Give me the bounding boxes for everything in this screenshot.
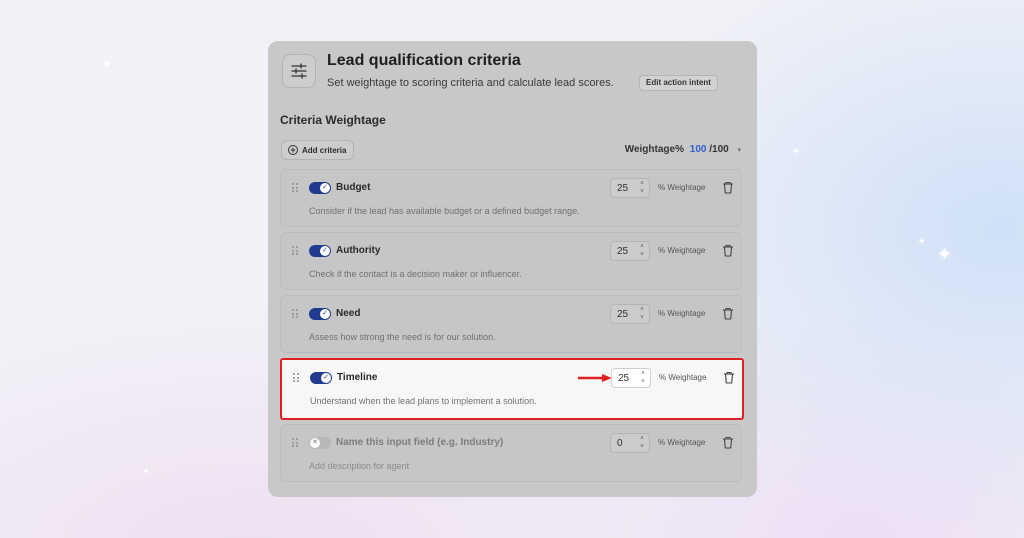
- criteria-description[interactable]: Understand when the lead plans to implem…: [310, 396, 537, 406]
- chevron-down-icon[interactable]: ▾: [737, 147, 741, 154]
- page-title: Lead qualification criteria: [327, 52, 521, 69]
- check-icon: ✓: [320, 309, 330, 319]
- weight-value[interactable]: 0: [617, 438, 623, 449]
- check-icon: ✓: [321, 373, 331, 383]
- criteria-name[interactable]: Authority: [336, 245, 380, 256]
- trash-icon[interactable]: [722, 436, 734, 449]
- edit-action-intent-button[interactable]: Edit action intent: [639, 75, 718, 91]
- stepper-arrows-icon[interactable]: ˄ ˅: [638, 306, 646, 322]
- criteria-card-need: ✓ Need Assess how strong the need is for…: [280, 295, 742, 353]
- weight-stepper[interactable]: 25 ˄ ˅: [611, 368, 651, 388]
- drag-handle-icon[interactable]: [292, 438, 299, 448]
- weight-value[interactable]: 25: [618, 373, 629, 384]
- red-arrow-icon: [578, 374, 612, 382]
- criteria-toggle[interactable]: ✕: [309, 437, 331, 449]
- add-criteria-button[interactable]: + Add criteria: [281, 140, 355, 160]
- sparkle-icon: ✦: [792, 147, 800, 157]
- criteria-toggle[interactable]: ✓: [310, 372, 332, 384]
- weight-stepper[interactable]: 25 ˄ ˅: [610, 241, 650, 261]
- sparkle-icon: ✦: [918, 237, 926, 247]
- criteria-card-timeline: ✓ Timeline Understand when the lead plan…: [280, 358, 744, 420]
- weightage-max: /100: [709, 144, 729, 155]
- lead-qualification-panel: Lead qualification criteria Set weightag…: [268, 41, 757, 497]
- sparkle-icon: ✦: [102, 57, 113, 71]
- stepper-arrows-icon[interactable]: ˄ ˅: [638, 180, 646, 196]
- trash-icon[interactable]: [722, 181, 734, 194]
- weightage-label: Weightage%: [624, 144, 684, 155]
- weight-suffix: % Weightage: [659, 373, 707, 382]
- stepper-arrows-icon[interactable]: ˄ ˅: [638, 435, 646, 451]
- x-icon: ✕: [310, 438, 320, 448]
- weightage-current: 100: [689, 144, 707, 155]
- criteria-card-authority: ✓ Authority Check if the contact is a de…: [280, 232, 742, 290]
- criteria-description-input[interactable]: Add description for agent: [309, 461, 409, 471]
- criteria-name[interactable]: Budget: [336, 182, 370, 193]
- weight-suffix: % Weightage: [658, 183, 706, 192]
- criteria-description[interactable]: Consider if the lead has available budge…: [309, 206, 580, 216]
- criteria-name[interactable]: Timeline: [337, 372, 377, 383]
- drag-handle-icon[interactable]: [292, 183, 299, 193]
- criteria-toggle[interactable]: ✓: [309, 245, 331, 257]
- weight-stepper[interactable]: 0 ˄ ˅: [610, 433, 650, 453]
- trash-icon[interactable]: [722, 307, 734, 320]
- plus-circle-icon: +: [288, 145, 298, 155]
- criteria-description[interactable]: Check if the contact is a decision maker…: [309, 269, 522, 279]
- drag-handle-icon[interactable]: [292, 309, 299, 319]
- weight-value[interactable]: 25: [617, 183, 628, 194]
- criteria-description[interactable]: Assess how strong the need is for our so…: [309, 332, 496, 342]
- section-title: Criteria Weightage: [280, 113, 386, 127]
- weight-suffix: % Weightage: [658, 309, 706, 318]
- add-criteria-label: Add criteria: [302, 145, 347, 155]
- sliders-icon: [282, 54, 316, 88]
- weight-value[interactable]: 25: [617, 246, 628, 257]
- weight-value[interactable]: 25: [617, 309, 628, 320]
- drag-handle-icon[interactable]: [293, 373, 300, 383]
- weightage-total: Weightage% 100 /100 ▾: [625, 144, 741, 155]
- criteria-toggle[interactable]: ✓: [309, 308, 331, 320]
- trash-icon[interactable]: [722, 244, 734, 257]
- weight-suffix: % Weightage: [658, 438, 706, 447]
- check-icon: ✓: [320, 246, 330, 256]
- criteria-card-budget: ✓ Budget Consider if the lead has availa…: [280, 169, 742, 227]
- criteria-name-input[interactable]: Name this input field (e.g. Industry): [336, 437, 503, 448]
- weight-suffix: % Weightage: [658, 246, 706, 255]
- sparkle-icon: ✦: [937, 244, 953, 265]
- stepper-arrows-icon[interactable]: ˄ ˅: [638, 243, 646, 259]
- criteria-toggle[interactable]: ✓: [309, 182, 331, 194]
- page-subtitle: Set weightage to scoring criteria and ca…: [327, 77, 614, 89]
- trash-icon[interactable]: [723, 371, 735, 384]
- drag-handle-icon[interactable]: [292, 246, 299, 256]
- stepper-arrows-icon[interactable]: ˄ ˅: [639, 370, 647, 386]
- check-icon: ✓: [320, 183, 330, 193]
- weight-stepper[interactable]: 25 ˄ ˅: [610, 304, 650, 324]
- criteria-card-new: ✕ Name this input field (e.g. Industry) …: [280, 424, 742, 482]
- weight-stepper[interactable]: 25 ˄ ˅: [610, 178, 650, 198]
- criteria-name[interactable]: Need: [336, 308, 360, 319]
- sparkle-icon: ✦: [142, 467, 150, 477]
